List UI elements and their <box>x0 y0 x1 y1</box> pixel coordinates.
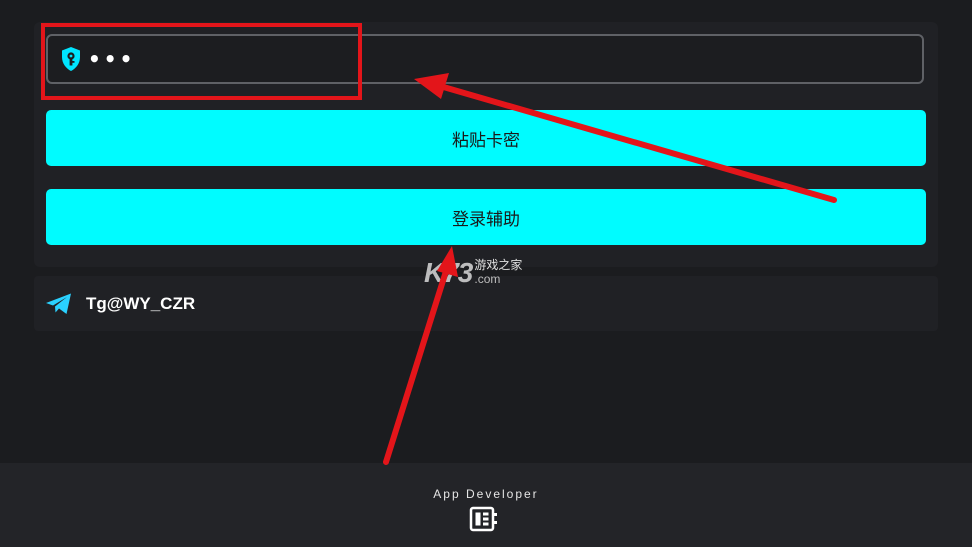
k73-watermark: K73 游戏之家 .com <box>424 258 554 290</box>
developer-footer: App Developer <box>0 463 972 547</box>
developer-icon[interactable] <box>469 506 499 532</box>
watermark-domain: .com <box>474 272 501 286</box>
watermark-logo: K73 <box>424 257 473 288</box>
watermark-name: 游戏之家 <box>474 258 523 272</box>
paste-card-key-button[interactable]: 粘贴卡密 <box>46 110 926 166</box>
app-developer-label: App Developer <box>433 487 539 501</box>
login-assist-button[interactable]: 登录辅助 <box>46 189 926 245</box>
telegram-handle: Tg@WY_CZR <box>86 293 196 313</box>
annotation-highlight-box <box>41 23 362 100</box>
telegram-icon <box>44 292 74 316</box>
